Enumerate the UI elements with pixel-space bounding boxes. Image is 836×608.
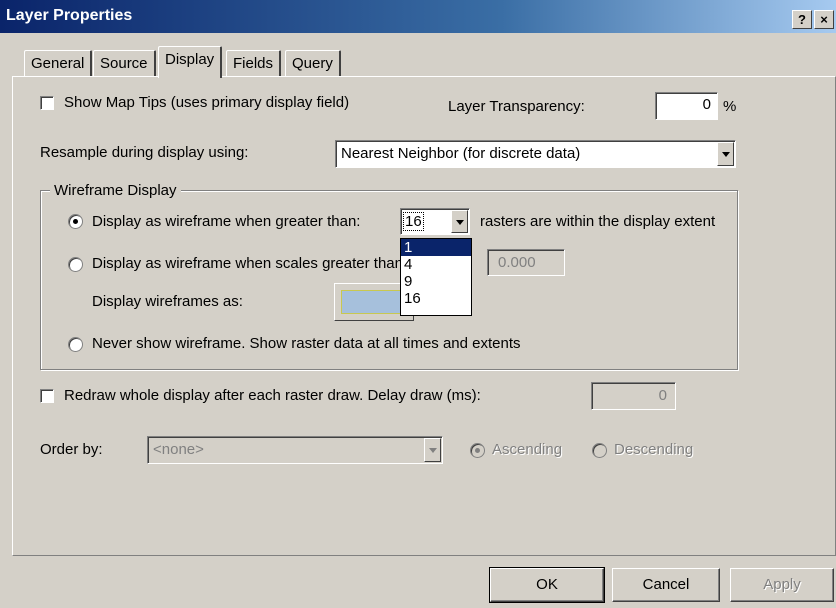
panel-content: Show Map Tips (uses primary display fiel… [0,0,836,608]
resample-dropdown[interactable]: Nearest Neighbor (for discrete data) [335,140,736,168]
resample-label: Resample during display using: [40,144,249,161]
order-by-label: Order by: [40,441,103,458]
wireframe-legend: Wireframe Display [50,182,181,199]
wireframe-scale-radio[interactable] [68,257,83,272]
never-wireframe-radio[interactable] [68,337,83,352]
wireframe-color-swatch [341,290,407,314]
order-by-value: <none> [153,441,204,458]
scale-input[interactable]: 0.000 [487,249,565,276]
raster-count-option[interactable]: 4 [401,256,471,273]
wireframe-greater-label: Display as wireframe when greater than: [92,213,361,230]
descending-radio[interactable] [592,443,607,458]
apply-button[interactable]: Apply [730,568,834,602]
redraw-checkbox[interactable] [40,389,54,403]
raster-count-arrow-icon[interactable] [451,210,468,233]
order-by-arrow-icon[interactable] [424,438,441,462]
wireframe-greater-radio[interactable] [68,214,83,229]
delay-draw-input[interactable]: 0 [591,382,676,410]
redraw-label: Redraw whole display after each raster d… [64,387,481,404]
raster-count-option[interactable]: 9 [401,273,471,290]
ascending-radio[interactable] [470,443,485,458]
raster-count-option[interactable]: 1 [401,239,471,256]
order-by-dropdown[interactable]: <none> [147,436,443,464]
resample-dropdown-arrow-icon[interactable] [717,142,734,166]
ascending-label: Ascending [492,441,563,458]
show-map-tips-checkbox[interactable] [40,96,54,110]
raster-count-value: 16 [403,212,424,231]
raster-count-dropdown[interactable]: 16 [400,208,470,235]
cancel-button[interactable]: Cancel [612,568,720,602]
descending-label: Descending [614,441,694,458]
show-map-tips-label: Show Map Tips (uses primary display fiel… [64,94,350,111]
raster-count-option[interactable]: 16 [401,290,471,307]
raster-count-suffix: rasters are within the display extent [480,213,716,230]
transparency-unit: % [723,98,737,115]
resample-dropdown-value: Nearest Neighbor (for discrete data) [341,145,581,162]
wireframe-scale-label: Display as wireframe when scales greater… [92,255,403,272]
transparency-label: Layer Transparency: [448,98,585,115]
ok-button[interactable]: OK [489,567,605,603]
transparency-input[interactable]: 0 [655,92,718,120]
never-wireframe-label: Never show wireframe. Show raster data a… [92,335,521,352]
raster-count-list[interactable]: 1 4 9 16 [400,238,472,316]
wireframe-as-label: Display wireframes as: [92,293,243,310]
